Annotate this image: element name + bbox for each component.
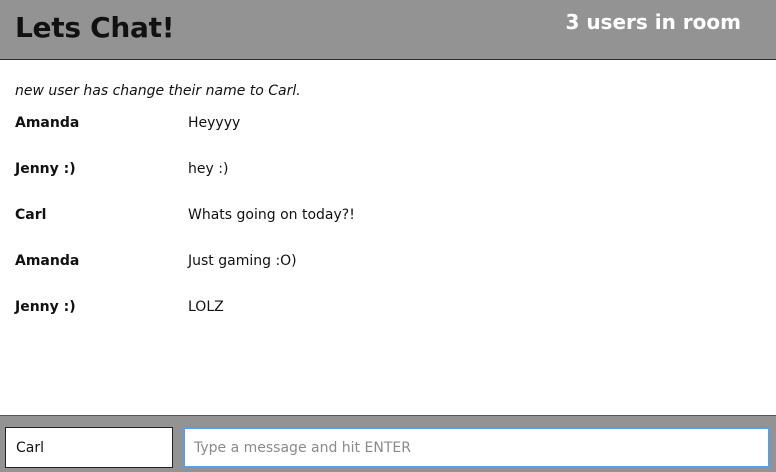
username-input[interactable] bbox=[5, 427, 173, 468]
message-row: Jenny :) hey :) bbox=[0, 161, 776, 181]
message-username: Amanda bbox=[15, 253, 80, 269]
message-row: Amanda Heyyyy bbox=[0, 115, 776, 135]
message-input[interactable] bbox=[183, 427, 770, 468]
message-username: Jenny :) bbox=[15, 161, 76, 177]
chat-app: Lets Chat! 3 users in room new user has … bbox=[0, 0, 776, 472]
message-text: Just gaming :O) bbox=[188, 253, 297, 269]
input-bar bbox=[0, 415, 776, 472]
user-count: 3 users in room bbox=[565, 10, 741, 34]
message-row: Carl Whats going on today?! bbox=[0, 207, 776, 227]
message-text: Whats going on today?! bbox=[188, 207, 355, 223]
message-text: hey :) bbox=[188, 161, 229, 177]
system-notice: new user has change their name to Carl. bbox=[15, 83, 301, 99]
message-username: Carl bbox=[15, 207, 47, 223]
message-row: Amanda Just gaming :O) bbox=[0, 253, 776, 273]
message-text: LOLZ bbox=[188, 299, 224, 315]
message-text: Heyyyy bbox=[188, 115, 241, 131]
message-row: Jenny :) LOLZ bbox=[0, 299, 776, 319]
header-bar: Lets Chat! 3 users in room bbox=[0, 0, 776, 60]
app-title: Lets Chat! bbox=[15, 11, 175, 44]
message-list[interactable]: new user has change their name to Carl. … bbox=[0, 61, 776, 415]
message-username: Jenny :) bbox=[15, 299, 76, 315]
message-username: Amanda bbox=[15, 115, 80, 131]
